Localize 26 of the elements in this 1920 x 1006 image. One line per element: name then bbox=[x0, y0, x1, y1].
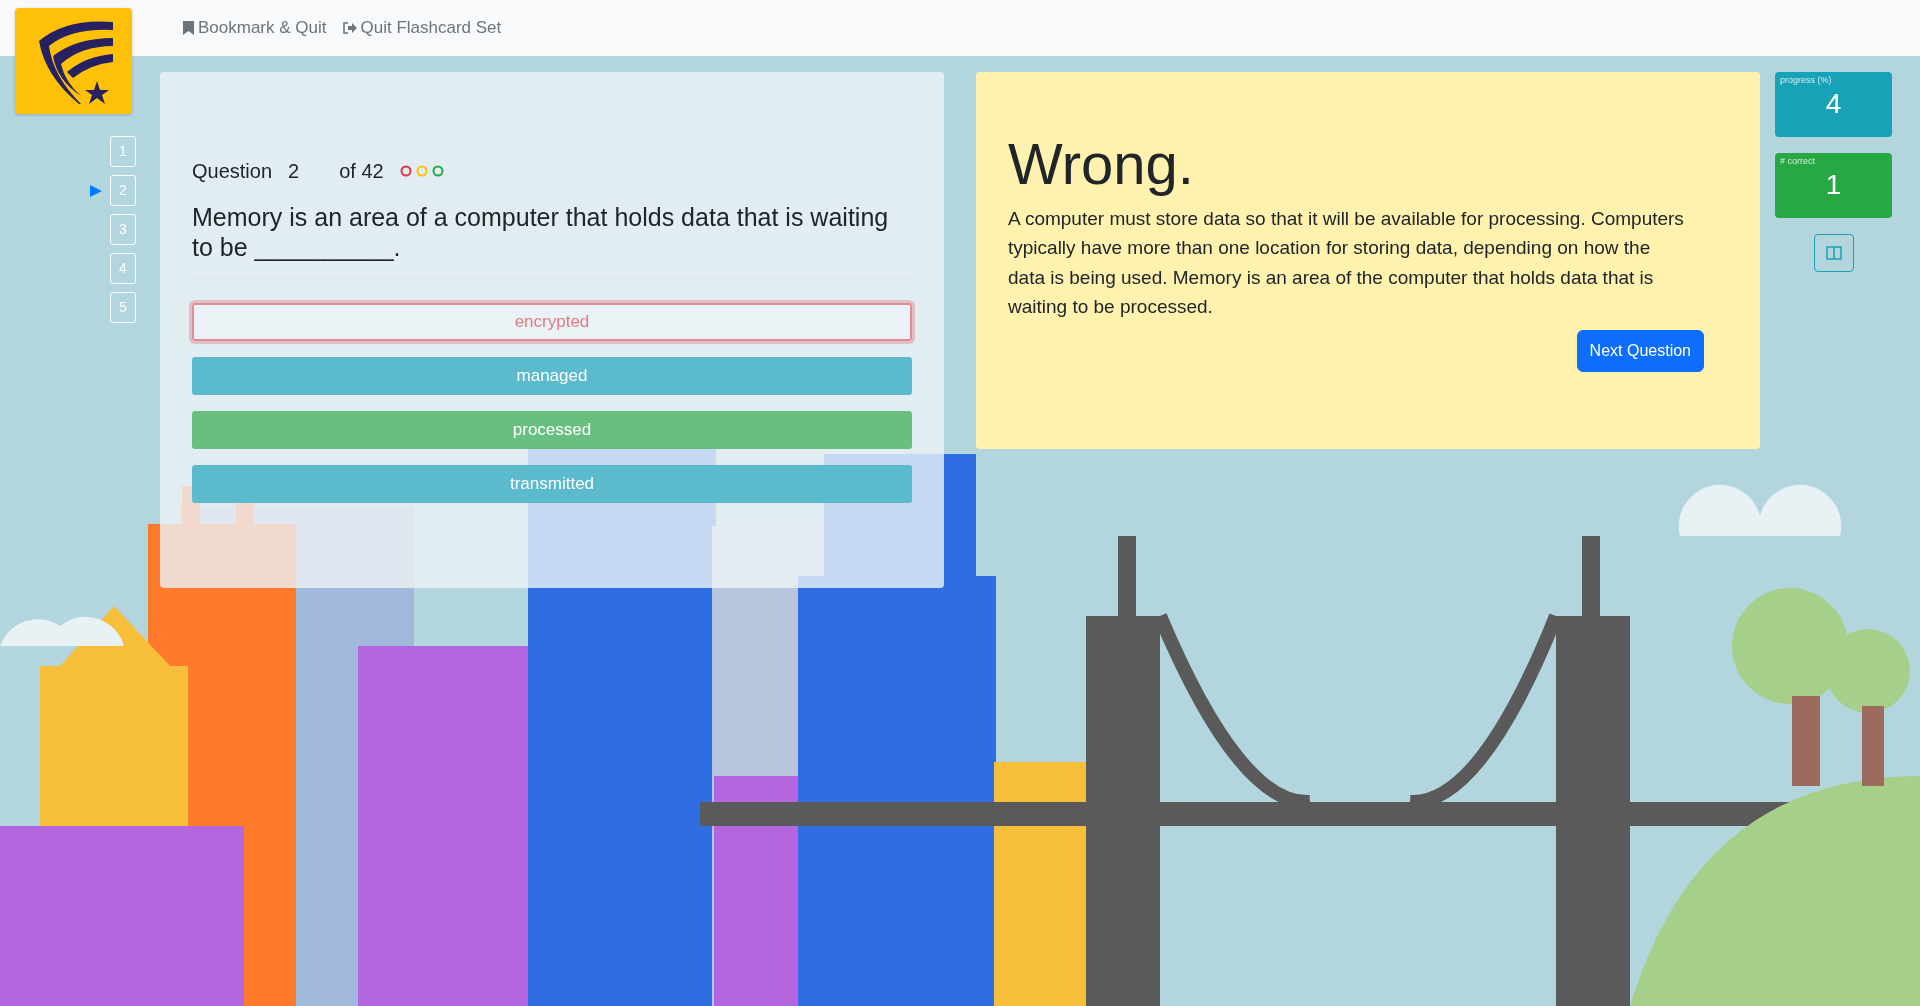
exit-icon bbox=[342, 22, 357, 34]
question-total: of 42 bbox=[339, 159, 384, 184]
answer-button[interactable]: processed bbox=[192, 411, 912, 449]
next-question-button[interactable]: Next Question bbox=[1576, 329, 1704, 372]
panel-toggle-button[interactable] bbox=[1813, 234, 1854, 272]
question-number-button[interactable]: 1 bbox=[110, 136, 136, 167]
bookmark-icon bbox=[183, 21, 194, 35]
question-number-button[interactable]: 4 bbox=[110, 253, 136, 284]
question-number: 2 bbox=[288, 159, 300, 184]
question-number-button[interactable]: 3 bbox=[110, 214, 136, 245]
stat-label: # correct bbox=[1779, 155, 1816, 168]
question-text: Memory is an area of a computer that holds data that is waiting to be __________. bbox=[192, 202, 912, 279]
bookmark-quit-link[interactable]: Bookmark & Quit bbox=[183, 15, 327, 41]
answer-button[interactable]: managed bbox=[192, 357, 912, 395]
stat-value: 4 bbox=[1824, 89, 1843, 118]
stat-value: 1 bbox=[1824, 170, 1843, 199]
answer-button[interactable]: transmitted bbox=[192, 465, 912, 503]
question-number-button[interactable]: 2 bbox=[110, 175, 136, 206]
question-number-button[interactable]: 5 bbox=[110, 292, 136, 323]
feedback-title: Wrong. bbox=[1008, 132, 1195, 196]
columns-icon bbox=[1825, 246, 1842, 260]
stat-label: progress (%) bbox=[1779, 74, 1833, 87]
answer-button[interactable]: encrypted bbox=[192, 303, 912, 341]
feedback-explanation: A computer must store data so that it will be available for processing. Computers typically have more than one location for storing data, depending on how the data is being used. Memory is an area of the computer that holds data that is waiting to be processed. bbox=[1008, 206, 1685, 320]
quit-link[interactable]: Quit Flashcard Set bbox=[342, 15, 502, 41]
question-label: Question bbox=[192, 159, 273, 184]
